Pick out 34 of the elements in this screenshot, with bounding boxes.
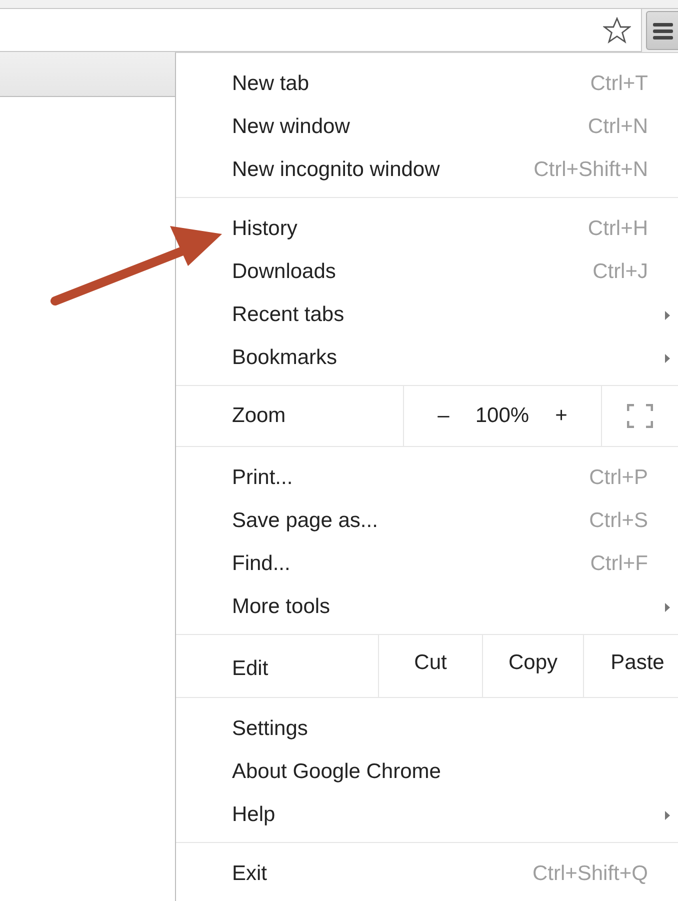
menu-item[interactable]: Print...	[232, 466, 293, 490]
zoom-out-button[interactable]: –	[438, 404, 450, 428]
menu-button[interactable]	[646, 11, 678, 50]
menu-item[interactable]: Find...	[232, 552, 290, 576]
shortcut-label: Ctrl+F	[590, 552, 648, 576]
shortcut-label: Ctrl+J	[592, 260, 648, 284]
shortcut-label: Ctrl+T	[590, 72, 648, 96]
shortcut-label: Ctrl+Shift+Q	[532, 862, 648, 886]
fullscreen-icon[interactable]	[627, 404, 653, 428]
zoom-label: Zoom	[232, 404, 286, 428]
menu-item[interactable]: Exit	[232, 862, 268, 886]
zoom-in-button[interactable]: +	[555, 404, 568, 428]
menu-item[interactable]: New incognito window	[232, 158, 440, 182]
star-icon[interactable]	[603, 16, 631, 44]
menu-icon	[652, 22, 672, 40]
menu-item[interactable]: New tab	[232, 72, 310, 96]
shortcut-label: Ctrl+P	[589, 466, 648, 490]
zoom-level: 100%	[475, 404, 530, 428]
menu-item[interactable]: Settings	[232, 716, 308, 740]
menu-item[interactable]: History	[232, 216, 298, 240]
shortcut-label: Ctrl+S	[589, 508, 648, 532]
menu-item[interactable]: More tools	[232, 594, 330, 618]
menu-item[interactable]: New window	[232, 114, 350, 138]
menu-item[interactable]: Bookmarks	[232, 346, 338, 370]
menu-item[interactable]: Downloads	[232, 260, 336, 284]
menu-item[interactable]: Save page as...	[232, 508, 378, 532]
menu-item[interactable]: Help	[232, 802, 276, 826]
shortcut-label: Ctrl+Shift+N	[534, 158, 648, 182]
shortcut-label: Ctrl+H	[588, 216, 648, 240]
menu-item[interactable]: About Google Chrome	[232, 760, 441, 784]
address-field[interactable]	[0, 9, 642, 52]
edit-label: Edit	[232, 657, 268, 681]
shortcut-label: Ctrl+N	[588, 114, 648, 138]
menu-item[interactable]: Recent tabs	[232, 302, 344, 326]
